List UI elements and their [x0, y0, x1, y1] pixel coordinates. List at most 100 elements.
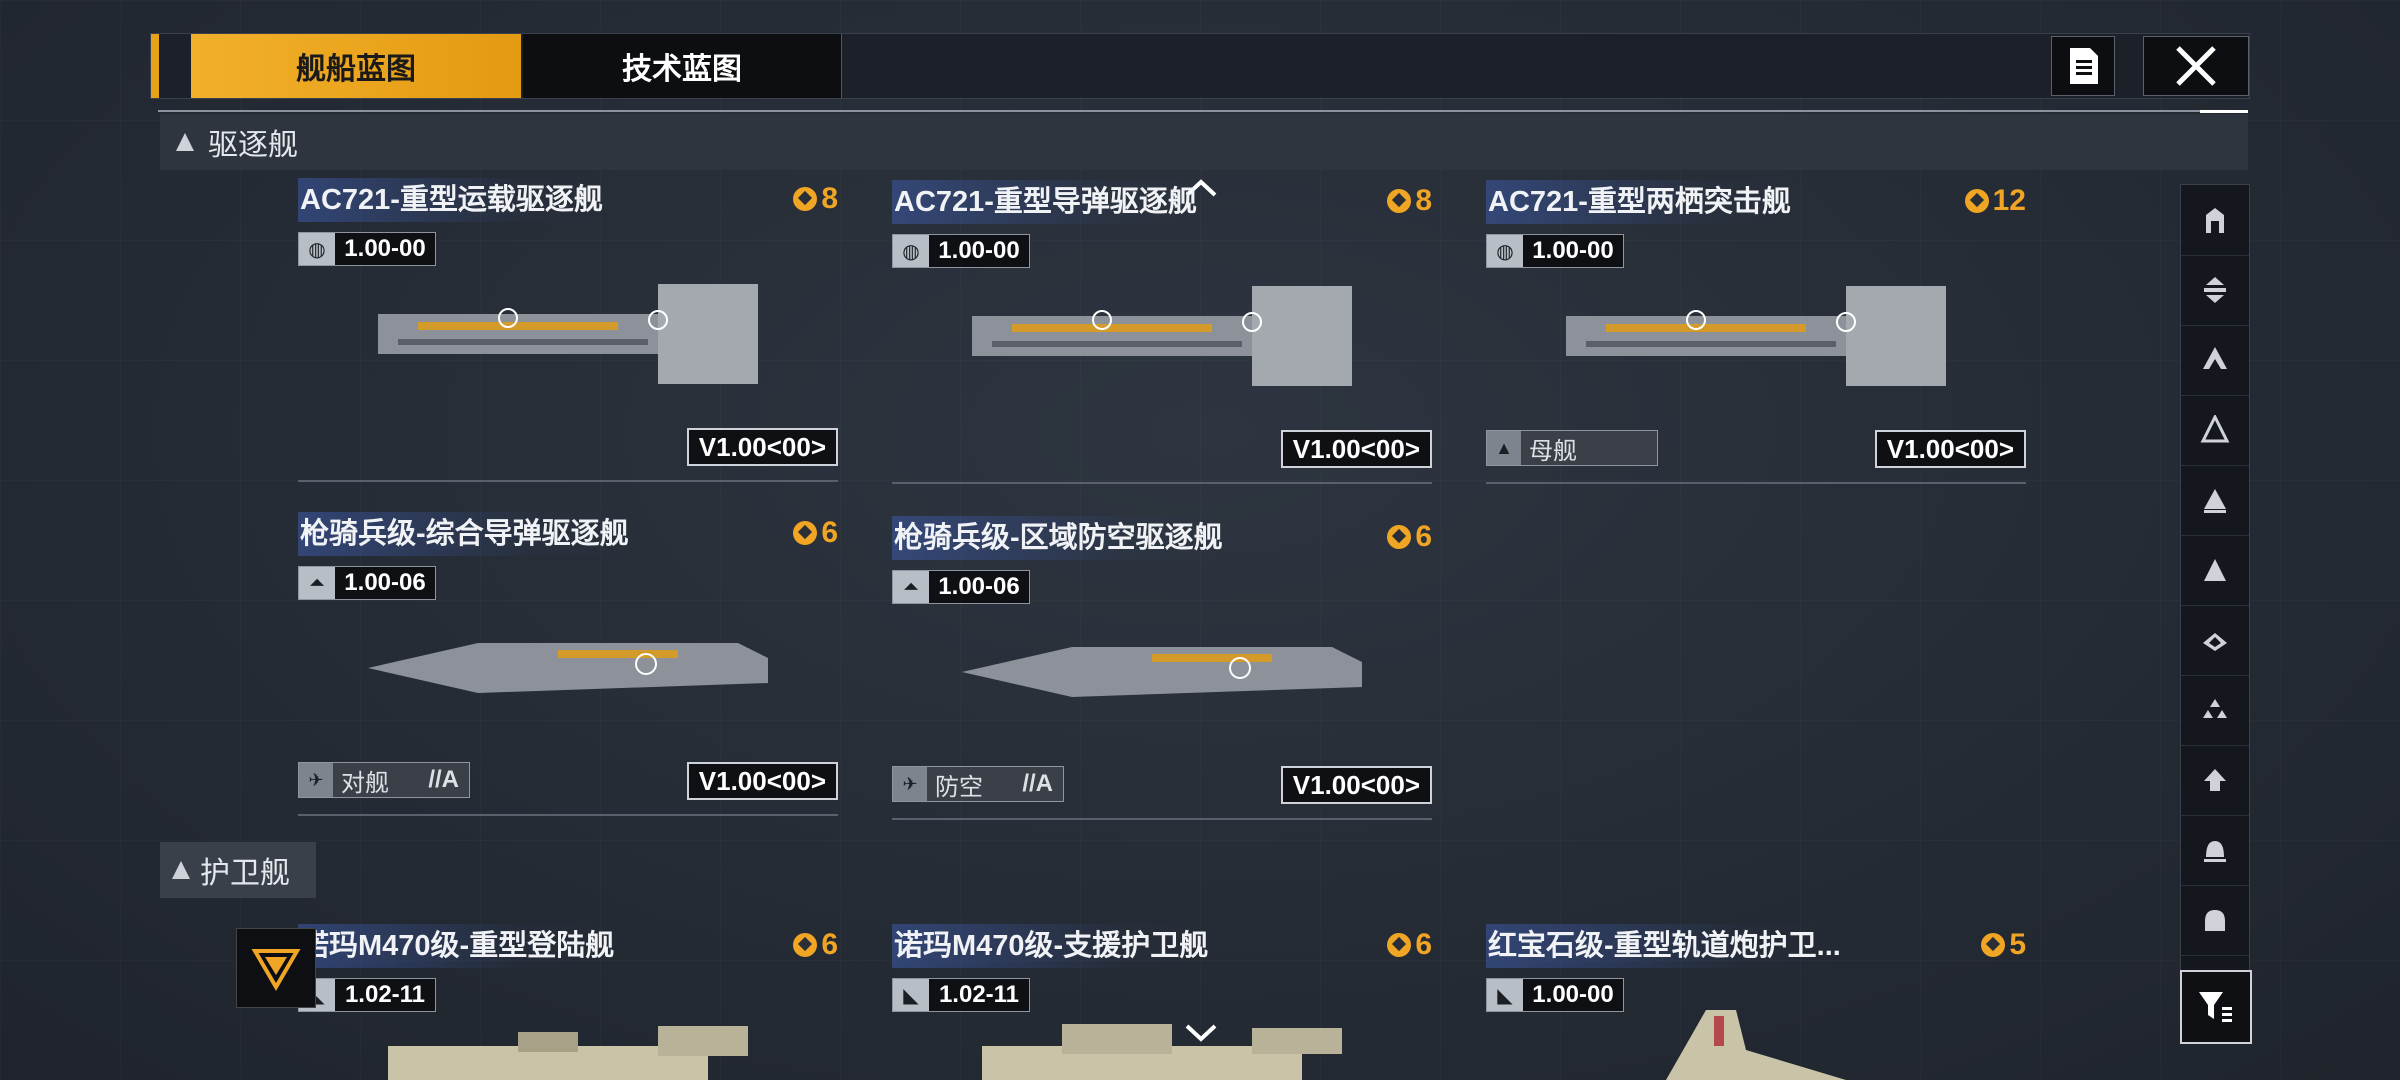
blueprint-card[interactable]: AC721-重型导弹驱逐舰 8 ◍ 1.00-00 V1.00<00> — [892, 180, 1432, 500]
card-cost: 8 — [793, 182, 838, 216]
floating-menu-button[interactable] — [236, 928, 316, 1008]
cost-icon — [1964, 189, 1989, 213]
card-baseline — [1486, 482, 2026, 484]
card-title: AC721-重型两栖突击舰 — [1486, 180, 1791, 224]
card-title: 枪骑兵级-区域防空驱逐舰 — [892, 516, 1223, 560]
card-baseline — [892, 818, 1432, 820]
card-baseline — [298, 480, 838, 482]
cost-icon — [793, 521, 818, 545]
ship-illustration — [368, 643, 768, 693]
cost-value: 5 — [2009, 928, 2026, 961]
blueprint-card[interactable]: 红宝石级-重型轨道炮护卫... 5 ◣ 1.00-00 — [1486, 924, 2026, 1080]
version-tag: ◍ 1.00-00 — [1486, 234, 1624, 268]
top-bar: 舰船蓝图 技术蓝图 — [150, 33, 2250, 99]
role-grade: //A — [428, 766, 459, 793]
card-cost: 6 — [1387, 520, 1432, 554]
blueprint-card[interactable]: AC721-重型两栖突击舰 12 ◍ 1.00-00 ▲ 母舰 V1.00<00> — [1486, 180, 2026, 500]
lancer-icon: ⏶ — [893, 571, 929, 603]
destroyer-section-icon — [176, 133, 194, 151]
filter-icon — [2199, 992, 2232, 1022]
globe-icon: ◍ — [893, 235, 929, 267]
frigate-class-icon[interactable] — [2181, 535, 2249, 606]
version-value: 1.00-06 — [335, 567, 435, 599]
destroyer-class-icon[interactable] — [2181, 465, 2249, 536]
support-class-icon[interactable] — [2181, 745, 2249, 816]
auxiliary-class-icon[interactable] — [2181, 815, 2249, 886]
role-tag: ✈ 防空 //A — [892, 766, 1064, 802]
tab-ship-blueprint[interactable]: 舰船蓝图 — [191, 34, 521, 98]
card-title: 红宝石级-重型轨道炮护卫... — [1486, 924, 1841, 968]
version-value: 1.00-00 — [929, 235, 1029, 267]
card-title: 枪骑兵级-综合导弹驱逐舰 — [298, 512, 629, 556]
card-cost: 12 — [1964, 184, 2026, 218]
variant-tag: V1.00<00> — [686, 762, 838, 800]
cost-value: 6 — [1415, 928, 1432, 961]
cost-value: 6 — [821, 928, 838, 961]
close-icon — [2176, 46, 2216, 86]
ship-illustration — [1566, 286, 1946, 386]
cost-value: 8 — [1415, 184, 1432, 217]
blueprint-card[interactable]: AC721-重型运载驱逐舰 8 ◍ 1.00-00 V1.00<00> — [298, 178, 838, 498]
version-tag: ◍ 1.00-00 — [892, 234, 1030, 268]
version-tag: ◣ 1.00-00 — [1486, 978, 1624, 1012]
blueprint-card[interactable]: 诺玛M470级-重型登陆舰 6 ◣ 1.02-11 — [298, 924, 838, 1080]
version-tag: ⏶ 1.00-06 — [298, 566, 436, 600]
variant-tag: V1.00<00> — [1874, 430, 2026, 468]
card-cost: 5 — [1981, 928, 2026, 962]
notes-button[interactable] — [2051, 36, 2115, 96]
triangle-logo-icon — [251, 949, 301, 991]
filter-button[interactable] — [2180, 970, 2252, 1044]
role-grade: //A — [1022, 770, 1053, 797]
frigate-section-icon — [172, 861, 190, 879]
top-bar-accent — [151, 34, 159, 98]
battlecruiser-class-icon[interactable] — [2181, 255, 2249, 326]
fighter-class-icon[interactable] — [2181, 675, 2249, 746]
tab-tech-blueprint[interactable]: 技术蓝图 — [523, 34, 842, 98]
role-label: 母舰 — [1529, 437, 1577, 465]
version-value: 1.00-00 — [1523, 235, 1623, 267]
variant-tag: V1.00<00> — [1280, 766, 1432, 804]
card-cost: 6 — [793, 516, 838, 550]
version-tag: ◍ 1.00-00 — [298, 232, 436, 266]
section-destroyer-title: 驱逐舰 — [208, 129, 298, 162]
cost-value: 12 — [1992, 184, 2026, 217]
cost-value: 8 — [821, 182, 838, 215]
ship-illustration — [982, 1024, 1342, 1080]
ship-illustration — [388, 1026, 748, 1080]
blueprint-card[interactable]: 枪骑兵级-综合导弹驱逐舰 6 ⏶ 1.00-06 ✈ 对舰 //A V1.00<00> — [298, 512, 838, 832]
document-icon — [2070, 48, 2098, 84]
anti-air-icon: ✈ — [893, 767, 927, 801]
section-frigate-header[interactable]: 护卫舰 — [160, 842, 316, 898]
cost-icon — [1981, 933, 2006, 957]
blueprint-card[interactable]: 诺玛M470级-支援护卫舰 6 ◣ 1.02-11 — [892, 924, 1432, 1080]
section-frigate-title: 护卫舰 — [200, 857, 290, 890]
version-value: 1.00-00 — [335, 233, 435, 265]
card-title: 诺玛M470级-重型登陆舰 — [298, 924, 615, 968]
card-baseline — [892, 482, 1432, 484]
tab-ship-blueprint-label: 舰船蓝图 — [296, 53, 416, 86]
ship-illustration — [378, 284, 758, 384]
variant-tag: V1.00<00> — [1280, 430, 1432, 468]
ship-illustration — [972, 286, 1352, 386]
role-label: 对舰 — [341, 769, 389, 797]
card-title: AC721-重型导弹驱逐舰 — [892, 180, 1197, 224]
nomad-icon: ◣ — [893, 979, 929, 1011]
card-baseline — [298, 814, 838, 816]
scroll-down-chevron-icon[interactable] — [1184, 1022, 1218, 1044]
globe-icon: ◍ — [299, 233, 335, 265]
corvette-class-icon[interactable] — [2181, 605, 2249, 676]
version-value: 1.00-06 — [929, 571, 1029, 603]
cost-value: 6 — [821, 516, 838, 549]
destroyer-outline-icon[interactable] — [2181, 395, 2249, 466]
cruiser-class-icon[interactable] — [2181, 325, 2249, 396]
carrier-class-icon[interactable] — [2181, 185, 2249, 256]
blueprint-card[interactable]: 枪骑兵级-区域防空驱逐舰 6 ⏶ 1.00-06 ✈ 防空 //A V1.00<00> — [892, 516, 1432, 836]
globe-icon: ◍ — [1487, 235, 1523, 267]
role-label: 防空 — [935, 773, 983, 801]
top-divider-highlight — [2200, 110, 2248, 113]
cost-icon — [793, 187, 818, 211]
close-button[interactable] — [2143, 36, 2249, 96]
card-cost: 8 — [1387, 184, 1432, 218]
section-destroyer-header[interactable]: 驱逐舰 — [160, 114, 2248, 170]
utility-class-icon[interactable] — [2181, 885, 2249, 956]
